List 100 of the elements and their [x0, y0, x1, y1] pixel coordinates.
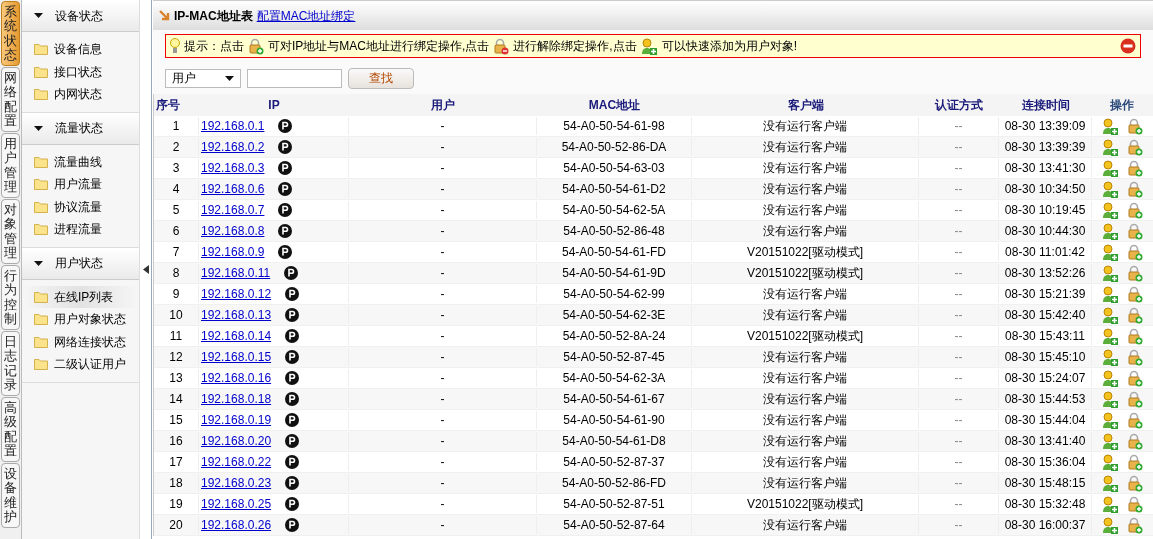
user-add-icon[interactable]: [1101, 243, 1119, 261]
sidebar-group-header[interactable]: 用户状态: [22, 247, 139, 280]
user-add-icon[interactable]: [1101, 306, 1119, 324]
ip-link[interactable]: 192.168.0.2: [201, 138, 265, 156]
user-add-icon[interactable]: [1101, 327, 1119, 345]
user-add-icon[interactable]: [1101, 285, 1119, 303]
lock-plus-icon[interactable]: [1126, 264, 1143, 282]
close-icon[interactable]: [1120, 38, 1136, 54]
ip-link[interactable]: 192.168.0.22: [201, 453, 272, 471]
ip-link[interactable]: 192.168.0.12: [201, 285, 272, 303]
table-cell: 08-30 13:39:39: [999, 138, 1092, 156]
lock-plus-icon[interactable]: [1126, 369, 1143, 387]
user-add-icon[interactable]: [1101, 117, 1119, 135]
lock-plus-icon[interactable]: [1126, 138, 1143, 156]
ip-link[interactable]: 192.168.0.23: [201, 474, 272, 492]
lock-plus-icon[interactable]: [1126, 390, 1143, 408]
lock-plus-icon[interactable]: [1126, 117, 1143, 135]
user-add-icon[interactable]: [1101, 474, 1119, 492]
user-add-icon[interactable]: [1101, 390, 1119, 408]
user-add-icon[interactable]: [1101, 369, 1119, 387]
user-add-icon[interactable]: [1101, 453, 1119, 471]
sidebar-item[interactable]: 网络连接状态: [22, 330, 139, 353]
ip-link[interactable]: 192.168.0.6: [201, 180, 265, 198]
sidebar-item[interactable]: 流量曲线: [22, 150, 139, 173]
user-add-icon[interactable]: [1101, 159, 1119, 177]
sidebar-item[interactable]: 进程流量: [22, 218, 139, 241]
table-cell: 没有运行客户端: [692, 201, 919, 219]
parking-icon: [285, 371, 300, 385]
ip-link[interactable]: 192.168.0.25: [201, 495, 272, 513]
ip-link[interactable]: 192.168.0.15: [201, 348, 272, 366]
user-add-icon[interactable]: [1101, 138, 1119, 156]
lock-plus-icon[interactable]: [1126, 222, 1143, 240]
ip-link[interactable]: 192.168.0.16: [201, 369, 272, 387]
sidebar-item[interactable]: 设备信息: [22, 38, 139, 61]
table-cell: 54-A0-50-54-62-99: [537, 285, 692, 303]
lock-plus-icon[interactable]: [1126, 159, 1143, 177]
user-add-icon[interactable]: [1101, 411, 1119, 429]
nav-tab[interactable]: 日志记录: [1, 331, 20, 396]
ip-link[interactable]: 192.168.0.8: [201, 222, 265, 240]
user-add-icon[interactable]: [1101, 516, 1119, 534]
nav-tab[interactable]: 用户管理: [1, 133, 20, 198]
sidebar-item[interactable]: 内网状态: [22, 83, 139, 106]
lock-plus-icon[interactable]: [1126, 348, 1143, 366]
ip-link[interactable]: 192.168.0.1: [201, 117, 265, 135]
sidebar-item[interactable]: 接口状态: [22, 60, 139, 83]
search-button[interactable]: 查找: [348, 67, 414, 89]
table-cell: 08-30 15:24:07: [999, 369, 1092, 387]
user-add-icon[interactable]: [1101, 180, 1119, 198]
user-add-icon[interactable]: [640, 37, 658, 55]
user-add-icon[interactable]: [1101, 264, 1119, 282]
ip-link[interactable]: 192.168.0.26: [201, 516, 272, 534]
sidebar-item[interactable]: 协议流量: [22, 195, 139, 218]
user-add-icon[interactable]: [1101, 222, 1119, 240]
lock-plus-icon[interactable]: [1126, 201, 1143, 219]
lock-plus-icon[interactable]: [1126, 495, 1143, 513]
lock-plus-icon[interactable]: [1126, 474, 1143, 492]
ip-link[interactable]: 192.168.0.7: [201, 201, 265, 219]
lock-minus-icon[interactable]: [493, 37, 510, 55]
bind-config-link[interactable]: 配置MAC地址绑定: [256, 6, 356, 25]
sidebar-group-header[interactable]: 设备状态: [22, 0, 139, 32]
lock-plus-icon[interactable]: [1126, 432, 1143, 450]
nav-tab[interactable]: 对象管理: [1, 199, 20, 264]
table-cell: 08-30 16:00:37: [999, 516, 1092, 534]
lock-plus-icon[interactable]: [1126, 180, 1143, 198]
sidebar-item[interactable]: 用户对象状态: [22, 308, 139, 331]
lock-plus-icon[interactable]: [1126, 453, 1143, 471]
nav-tab[interactable]: 网络配置: [1, 67, 20, 132]
lock-plus-icon[interactable]: [1126, 306, 1143, 324]
parking-icon: [285, 413, 300, 427]
ip-link[interactable]: 192.168.0.11: [201, 264, 271, 282]
lock-plus-icon[interactable]: [1126, 285, 1143, 303]
ip-link[interactable]: 192.168.0.13: [201, 306, 272, 324]
lock-plus-icon[interactable]: [1126, 243, 1143, 261]
user-add-icon[interactable]: [1101, 201, 1119, 219]
table-cell: 54-A0-50-54-61-9D: [537, 264, 692, 282]
sidebar-item[interactable]: 二级认证用户: [22, 353, 139, 376]
nav-tab[interactable]: 高级配置: [1, 397, 20, 462]
table-cell: 没有运行客户端: [692, 285, 919, 303]
ip-link[interactable]: 192.168.0.14: [201, 327, 272, 345]
ip-link[interactable]: 192.168.0.20: [201, 432, 272, 450]
search-field[interactable]: [247, 68, 342, 88]
lock-plus-icon[interactable]: [248, 37, 264, 55]
lock-plus-icon[interactable]: [1126, 516, 1143, 534]
ip-link[interactable]: 192.168.0.18: [201, 390, 272, 408]
sidebar-group-header[interactable]: 流量状态: [22, 112, 139, 145]
lock-plus-icon[interactable]: [1126, 327, 1143, 345]
ip-link[interactable]: 192.168.0.19: [201, 411, 272, 429]
user-add-icon[interactable]: [1101, 348, 1119, 366]
table-cell: 4: [154, 180, 199, 198]
sidebar-item[interactable]: 用户流量: [22, 173, 139, 196]
ip-link[interactable]: 192.168.0.9: [201, 243, 265, 261]
collapse-handle-icon[interactable]: [142, 265, 149, 274]
ip-link[interactable]: 192.168.0.3: [201, 159, 265, 177]
filter-dropdown[interactable]: 用户: [165, 68, 241, 88]
nav-tab[interactable]: 系统状态: [1, 1, 20, 66]
user-add-icon[interactable]: [1101, 432, 1119, 450]
user-add-icon[interactable]: [1101, 495, 1119, 513]
lock-plus-icon[interactable]: [1126, 411, 1143, 429]
nav-tab[interactable]: 行为控制: [1, 265, 20, 330]
nav-tab[interactable]: 设备维护: [1, 463, 20, 528]
